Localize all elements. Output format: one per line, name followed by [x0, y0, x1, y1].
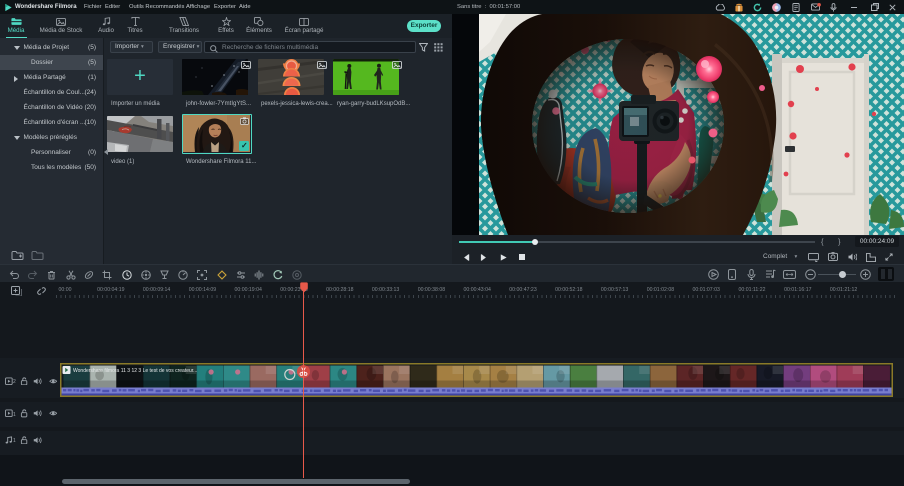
svg-text:Wondershare filmora 11 3 12 3: Wondershare filmora 11 3 12 3 Le test de…	[73, 368, 197, 374]
